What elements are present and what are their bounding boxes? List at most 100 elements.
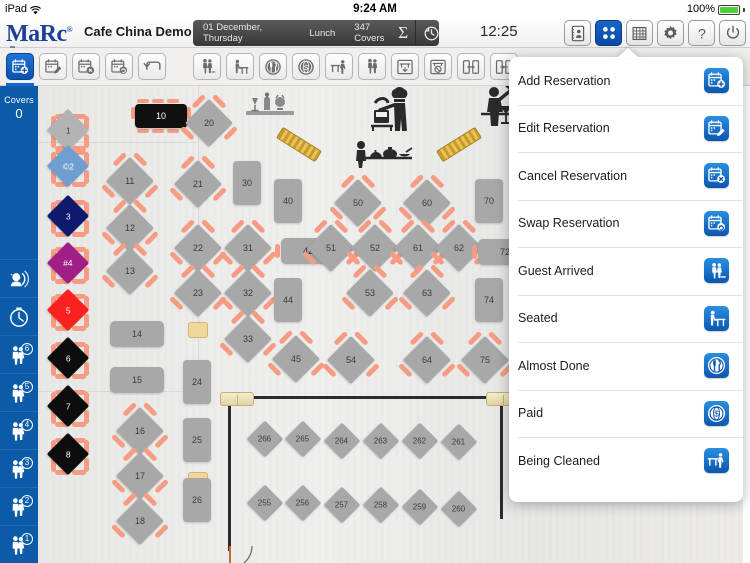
- menu-item-seated[interactable]: Seated: [509, 294, 743, 343]
- sidebar-party-1[interactable]: 1: [0, 525, 38, 563]
- floor-table[interactable]: 263: [362, 422, 400, 460]
- floor-table[interactable]: 74: [475, 278, 503, 322]
- floor-table[interactable]: 62: [434, 223, 484, 273]
- floor-table[interactable]: 53: [345, 268, 395, 318]
- table-label: 60: [421, 197, 433, 208]
- floor-table[interactable]: 17: [115, 451, 165, 501]
- floor-table[interactable]: 51: [306, 223, 356, 273]
- sidebar-timer[interactable]: [0, 297, 38, 335]
- guest-arrived-tool[interactable]: [193, 53, 221, 80]
- floor-table[interactable]: 258: [362, 486, 400, 524]
- floor-table[interactable]: 52: [350, 223, 400, 273]
- sum-sigma-icon[interactable]: Σ: [398, 24, 408, 41]
- floor-table[interactable]: 12: [105, 203, 155, 253]
- help-button[interactable]: ?: [688, 20, 715, 46]
- cancel-reservation-tool[interactable]: [72, 53, 100, 80]
- floor-table[interactable]: 260: [440, 490, 478, 528]
- floor-table[interactable]: 45: [271, 334, 321, 384]
- paid-tool[interactable]: $: [292, 53, 320, 80]
- edit-reservation-tool[interactable]: [39, 53, 67, 80]
- legend-table[interactable]: #4: [46, 241, 90, 285]
- grid-view-button[interactable]: [626, 20, 653, 46]
- floor-table[interactable]: 70: [475, 179, 503, 223]
- floor-table[interactable]: 50: [333, 178, 383, 228]
- venue-name: Cafe China Demo: [84, 24, 192, 39]
- service-info-bar[interactable]: 01 December, Thursday Lunch 347 Covers Σ: [193, 20, 439, 46]
- floor-table[interactable]: 44: [274, 278, 302, 322]
- legend-table[interactable]: ©2: [46, 144, 90, 188]
- floor-table[interactable]: 266: [246, 420, 284, 458]
- floor-table[interactable]: 31: [223, 223, 273, 273]
- floor-table[interactable]: 75: [460, 335, 510, 385]
- floor-table[interactable]: 21: [173, 159, 223, 209]
- floor-table[interactable]: 22: [173, 223, 223, 273]
- menu-item-almost-done[interactable]: Almost Done: [509, 342, 743, 390]
- history-clock-icon[interactable]: [424, 26, 439, 41]
- floor-table[interactable]: 32: [223, 268, 273, 318]
- sidebar-party-6[interactable]: 6: [0, 335, 38, 373]
- floor-table[interactable]: 24: [183, 360, 211, 404]
- floor-table[interactable]: 10: [135, 104, 187, 128]
- floor-table[interactable]: 16: [115, 406, 165, 456]
- power-button[interactable]: [719, 20, 746, 46]
- add-reservation-tool[interactable]: [6, 53, 34, 80]
- table-open-tool[interactable]: [391, 53, 419, 80]
- sidebar-party-3[interactable]: 3: [0, 449, 38, 487]
- floor-table[interactable]: 257: [323, 486, 361, 524]
- undo-tool[interactable]: [138, 53, 166, 80]
- sidebar-waiting-list[interactable]: [0, 259, 38, 297]
- floor-table[interactable]: 264: [323, 422, 361, 460]
- floor-table[interactable]: 23: [173, 268, 223, 318]
- menu-item-guest-arrived[interactable]: Guest Arrived: [509, 247, 743, 295]
- floor-table[interactable]: 13: [105, 246, 155, 296]
- floor-table[interactable]: 255: [246, 484, 284, 522]
- floor-table[interactable]: 54: [326, 335, 376, 385]
- floor-table[interactable]: 14: [110, 321, 164, 347]
- sidebar-party-2[interactable]: 2: [0, 487, 38, 525]
- being-cleaned-tool[interactable]: [325, 53, 353, 80]
- sidebar-party-5[interactable]: 5: [0, 373, 38, 411]
- floor-table[interactable]: 63: [402, 268, 452, 318]
- legend-table[interactable]: 3: [46, 194, 90, 238]
- floor-table[interactable]: 256: [284, 484, 322, 522]
- menu-item-add-reservation[interactable]: Add Reservation: [509, 57, 743, 105]
- table-label: 53: [364, 287, 376, 298]
- floor-plan-button[interactable]: [595, 20, 622, 46]
- reservation-actions-menu[interactable]: Add Reservation Edit Reservation Cancel Re…: [509, 57, 743, 502]
- sidebar-party-4[interactable]: 4: [0, 411, 38, 449]
- floor-table[interactable]: 15: [110, 367, 164, 393]
- floor-table[interactable]: 60: [402, 178, 452, 228]
- settings-button[interactable]: [657, 20, 684, 46]
- floor-table[interactable]: 26: [183, 478, 211, 522]
- seated-tool[interactable]: [226, 53, 254, 80]
- menu-item-swap-reservation[interactable]: Swap Reservation: [509, 199, 743, 248]
- floor-table[interactable]: 11: [105, 156, 155, 206]
- floor-table[interactable]: 262: [401, 422, 439, 460]
- calendar-plus-icon: [704, 68, 729, 94]
- guest-book-button[interactable]: [564, 20, 591, 46]
- menu-item-paid[interactable]: Paid $: [509, 389, 743, 438]
- table-blocked-tool[interactable]: [424, 53, 452, 80]
- chair: [72, 279, 86, 284]
- floor-table[interactable]: 40: [274, 179, 302, 223]
- floor-table[interactable]: 25: [183, 418, 211, 462]
- floor-table[interactable]: 265: [284, 420, 322, 458]
- menu-item-edit-reservation[interactable]: Edit Reservation: [509, 104, 743, 153]
- floor-table[interactable]: 20: [184, 98, 234, 148]
- floor-table[interactable]: 30: [233, 161, 261, 205]
- swap-reservation-tool[interactable]: [105, 53, 133, 80]
- floor-table[interactable]: 261: [440, 423, 478, 461]
- menu-item-cancel-reservation[interactable]: Cancel Reservation: [509, 152, 743, 200]
- legend-table[interactable]: 8: [46, 432, 90, 476]
- legend-table[interactable]: 5: [46, 288, 90, 332]
- floor-table[interactable]: 64: [402, 335, 452, 385]
- legend-table[interactable]: 6: [46, 336, 90, 380]
- guest-left-tool[interactable]: [358, 53, 386, 80]
- floor-table[interactable]: 18: [115, 496, 165, 546]
- almost-done-tool[interactable]: [259, 53, 287, 80]
- legend-table[interactable]: 7: [46, 384, 90, 428]
- floor-table[interactable]: 33: [223, 314, 273, 364]
- menu-item-being-cleaned[interactable]: Being Cleaned: [509, 437, 743, 485]
- join-tables-tool[interactable]: [457, 53, 485, 80]
- floor-table[interactable]: 259: [401, 488, 439, 526]
